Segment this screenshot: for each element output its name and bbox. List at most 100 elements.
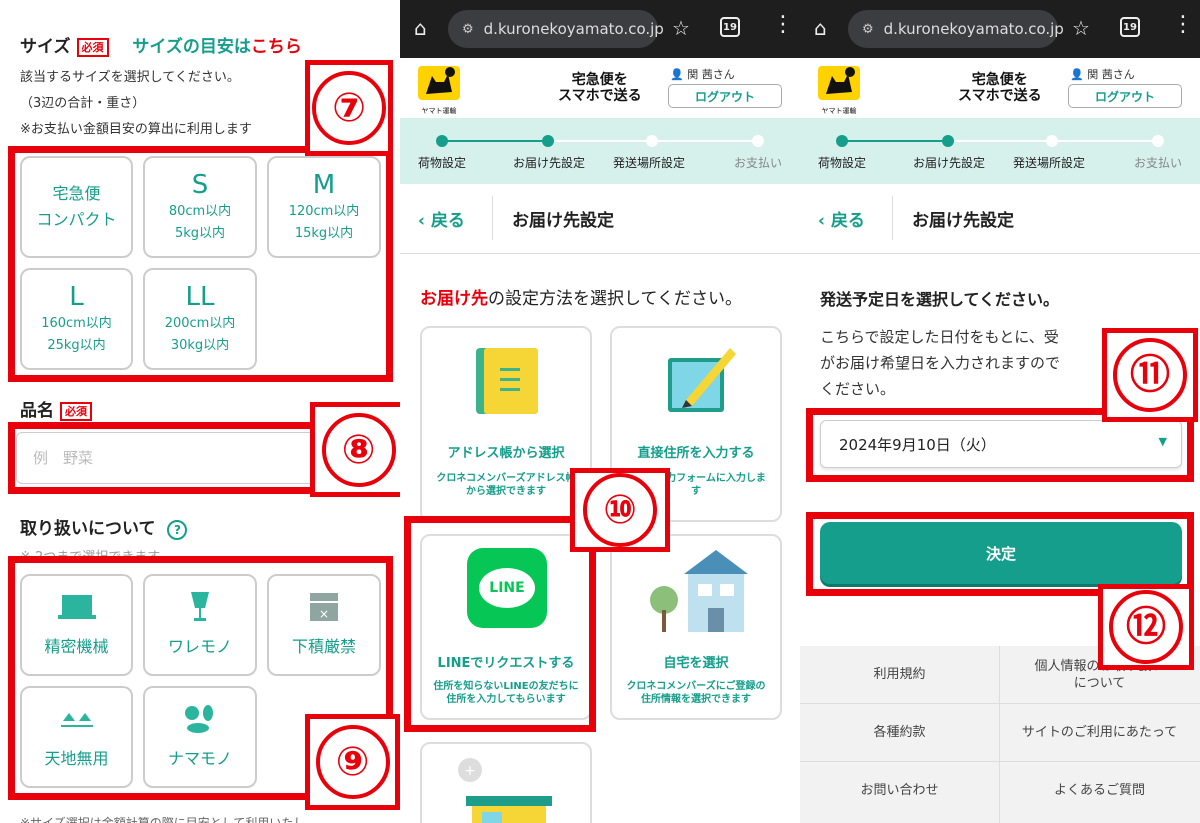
slogan-line-1: 宅急便を [571,72,628,88]
required-badge: 必須 [76,37,109,57]
back-button[interactable]: ‹ 戻る [818,206,865,231]
help-icon[interactable]: ? [167,520,188,540]
address-bar[interactable]: ⚙ d.kuronekoyamato.co.jp [848,10,1064,48]
footer-link-site-usage[interactable]: サイトのご利用にあたって [1000,704,1199,761]
step-label-3: 発送場所設定 [1013,156,1086,170]
destination-method-panel: ⌂ ⚙ d.kuronekoyamato.co.jp ☆ 19 ⋮ ヤマト運輸 宅… [400,0,800,823]
step-label-2: お届け先設定 [513,156,586,170]
progress-fill [840,140,948,142]
highlight-box-line [404,516,596,732]
method-prompt: お届け先の設定方法を選択してください。 [420,284,742,309]
step-dot-4 [1152,135,1164,147]
highlight-box-item [8,422,328,494]
slogan-line-1: 宅急便を [971,72,1028,88]
page-nav: ‹ 戻る お届け先設定 [400,184,800,254]
step-label-4: お支払い [1134,156,1183,170]
bookmark-star-icon[interactable]: ☆ [672,16,690,40]
user-info: 👤 関 茜さん [670,66,735,82]
home-icon[interactable]: ⌂ [414,16,438,40]
address-book-icon [476,348,538,414]
page-title: お届け先設定 [512,211,614,231]
footer-links: 利用規約 個人情報のお取り扱いについて 各種約款 サイトのご利用にあたって お問… [800,646,1200,823]
tab-count-button[interactable]: 19 [1120,17,1140,37]
option-home-address[interactable]: 自宅を選択 クロネコメンバーズにご登録の 住所情報を選択できます [610,534,782,720]
progress-steps: 荷物設定 お届け先設定 発送場所設定 お支払い [400,118,800,184]
yamato-logo[interactable]: ヤマト運輸 [418,66,460,115]
marker-11: ⑪ [1102,328,1198,422]
option-address-book[interactable]: アドレス帳から選択 クロネコメンバーズアドレス帳 から選択できます [420,326,592,522]
step-label-3: 発送場所設定 [613,156,686,170]
url-text: d.kuronekoyamato.co.jp [483,20,664,38]
option-title: 直接住所を入力する [637,446,755,461]
chevron-left-icon: ‹ [818,211,826,231]
header-slogan: 宅急便を スマホで送る [558,72,642,104]
step-dot-1 [836,135,848,147]
user-info: 👤 関 茜さん [1070,66,1135,82]
step-dot-1 [436,135,448,147]
step-dot-4 [752,135,764,147]
site-header: ヤマト運輸 宅急便を スマホで送る 👤 関 茜さん ログアウト [800,58,1200,118]
bottom-note: ※サイズ選択は金額計算の際に目安として利用いたし [20,816,306,823]
footer-link-contact[interactable]: お問い合わせ [800,762,999,819]
user-name: 関 茜さん [1087,68,1135,81]
page-title: お届け先設定 [912,211,1014,231]
user-icon: 👤 [1070,68,1084,81]
nav-divider [892,196,893,240]
handling-section-title: 取り扱いについて ? [20,514,188,540]
step-label-1: 荷物設定 [818,156,867,170]
logout-button[interactable]: ログアウト [668,84,782,108]
item-title: 品名 [20,401,54,421]
footer-link-terms[interactable]: 利用規約 [800,646,999,703]
browser-toolbar: ⌂ ⚙ d.kuronekoyamato.co.jp ☆ 19 ⋮ [800,0,1200,58]
highlight-box-size [8,146,393,382]
back-label: 戻る [430,211,465,231]
size-desc-3: ※お支払い金額目安の算出に利用します [20,122,252,137]
browser-toolbar: ⌂ ⚙ d.kuronekoyamato.co.jp ☆ 19 ⋮ [400,0,800,58]
slogan-line-2: スマホで送る [958,88,1042,104]
option-desc-2: 住所情報を選択できます [641,694,751,705]
handling-title: 取り扱いについて [20,519,156,539]
size-title: サイズ [20,37,71,57]
option-store[interactable]: + [420,742,592,823]
option-desc: クロネコメンバーズアドレス帳 [436,473,576,484]
step-dot-2 [942,135,954,147]
header-slogan: 宅急便を スマホで送る [958,72,1042,104]
marker-12: ⑫ [1098,584,1194,670]
step-label-2: お届け先設定 [913,156,986,170]
site-settings-icon[interactable]: ⚙ [862,22,874,37]
marker-9: ⑨ [305,714,400,810]
user-icon: 👤 [670,68,684,81]
marker-10: ⑩ [570,468,670,552]
ship-date-panel: ⌂ ⚙ d.kuronekoyamato.co.jp ☆ 19 ⋮ ヤマト運輸 宅… [800,0,1200,823]
convenience-store-icon: + [458,758,552,823]
tab-count-button[interactable]: 19 [720,17,740,37]
logout-button[interactable]: ログアウト [1068,84,1182,108]
size-guide-text: サイズの目安は [132,37,251,57]
option-title: アドレス帳から選択 [447,446,565,461]
marker-8: ⑧ [310,402,400,497]
pencil-form-icon [668,348,736,412]
size-section-title: サイズ 必須 サイズの目安はこちら [20,32,302,57]
yamato-logo[interactable]: ヤマト運輸 [818,66,860,115]
footer-link-faq[interactable]: よくあるご質問 [1000,762,1199,819]
kebab-menu-icon[interactable]: ⋮ [772,14,794,36]
url-text: d.kuronekoyamato.co.jp [883,20,1064,38]
address-bar[interactable]: ⚙ d.kuronekoyamato.co.jp [448,10,664,48]
progress-steps: 荷物設定 お届け先設定 発送場所設定 お支払い [800,118,1200,184]
svg-text:+: + [464,763,476,779]
step-dot-2 [542,135,554,147]
bookmark-star-icon[interactable]: ☆ [1072,16,1090,40]
user-name: 関 茜さん [687,68,735,81]
prompt-highlight: お届け先 [420,289,488,309]
home-icon[interactable]: ⌂ [814,16,838,40]
kebab-menu-icon[interactable]: ⋮ [1172,14,1194,36]
prompt-text: の設定方法を選択してください。 [488,289,742,309]
slogan-line-2: スマホで送る [558,88,642,104]
size-guide-link[interactable]: こちら [251,37,302,57]
black-cat-logo-icon [818,66,860,100]
back-button[interactable]: ‹ 戻る [418,206,465,231]
footer-link-conditions[interactable]: 各種約款 [800,704,999,761]
site-settings-icon[interactable]: ⚙ [462,22,474,37]
option-desc-2: から選択できます [466,486,546,497]
nav-divider [492,196,493,240]
